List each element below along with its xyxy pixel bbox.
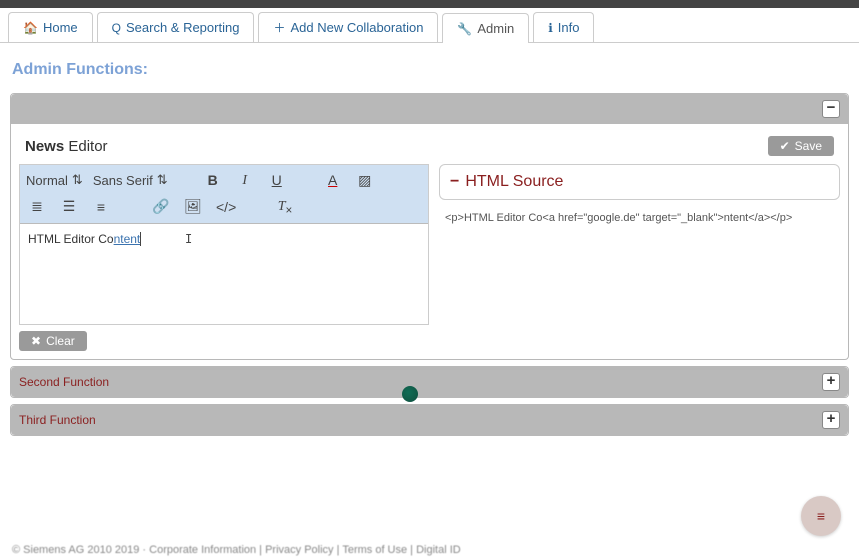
- search-icon: Q: [112, 21, 121, 35]
- clear-button[interactable]: ✖ Clear: [19, 331, 87, 351]
- tab-admin-label: Admin: [477, 21, 514, 36]
- top-dark-bar: [0, 0, 859, 8]
- hamburger-icon: ≡: [817, 508, 825, 524]
- ordered-list-button[interactable]: ≣: [26, 196, 48, 217]
- save-label: Save: [795, 139, 822, 153]
- grammarly-icon[interactable]: [402, 386, 418, 402]
- remove-format-button[interactable]: T×: [274, 195, 296, 219]
- tab-search-label: Search & Reporting: [126, 20, 239, 35]
- code-block-button[interactable]: </>: [214, 197, 236, 217]
- news-editor-panel: − News Editor ✔ Save: [10, 93, 849, 360]
- tab-home[interactable]: 🏠 Home: [8, 12, 93, 42]
- html-source-title: HTML Source: [465, 173, 563, 191]
- text-cursor-icon: I: [185, 232, 192, 246]
- editor-text-link[interactable]: ntent: [114, 232, 141, 246]
- third-function-panel: Third Function +: [10, 404, 849, 436]
- fab-menu-button[interactable]: ≡: [801, 496, 841, 536]
- third-function-title: Third Function: [19, 413, 96, 427]
- caret-icon: ⇅: [72, 172, 83, 188]
- style-select[interactable]: Normal ⇅: [26, 172, 83, 188]
- minus-icon: −: [450, 173, 459, 191]
- text-caret: [140, 232, 141, 246]
- home-icon: 🏠: [23, 21, 38, 35]
- bold-button[interactable]: B: [202, 170, 224, 190]
- align-button[interactable]: ≡: [90, 197, 112, 217]
- plus-icon: ＋: [273, 19, 285, 36]
- expand-button[interactable]: +: [822, 373, 840, 391]
- image-button[interactable]: 🖼: [182, 196, 204, 217]
- tab-info[interactable]: ℹ Info: [533, 12, 594, 42]
- news-editor-title: News Editor: [25, 138, 108, 155]
- news-panel-head: −: [11, 94, 848, 124]
- html-source-code: <p>HTML Editor Co<a href="google.de" tar…: [439, 200, 840, 236]
- second-function-panel: Second Function +: [10, 366, 849, 398]
- editor-toolbar: Normal ⇅ Sans Serif ⇅ B I U: [20, 165, 428, 224]
- italic-button[interactable]: I: [234, 169, 256, 191]
- news-label-rest: Editor: [64, 138, 107, 155]
- nav-tabs: 🏠 Home Q Search & Reporting ＋ Add New Co…: [0, 8, 859, 43]
- text-color-button[interactable]: A: [322, 170, 344, 190]
- caret-icon: ⇅: [157, 172, 168, 188]
- check-icon: ✔: [780, 139, 790, 153]
- page-title: Admin Functions:: [12, 61, 849, 79]
- save-button[interactable]: ✔ Save: [768, 136, 834, 156]
- footer-text: © Siemens AG 2010 2019 · Corporate Infor…: [12, 544, 461, 556]
- collapse-button[interactable]: −: [822, 100, 840, 118]
- tab-search[interactable]: Q Search & Reporting: [97, 12, 255, 42]
- underline-button[interactable]: U: [266, 170, 288, 190]
- expand-button[interactable]: +: [822, 411, 840, 429]
- tab-add-label: Add New Collaboration: [290, 20, 423, 35]
- html-source-header[interactable]: − HTML Source: [439, 164, 840, 200]
- wrench-icon: 🔧: [457, 22, 472, 36]
- font-select-label: Sans Serif: [93, 173, 153, 188]
- editor-content-area[interactable]: HTML Editor Content I: [20, 224, 428, 324]
- link-button[interactable]: 🔗: [150, 196, 172, 217]
- tab-info-label: Info: [558, 20, 580, 35]
- second-function-title: Second Function: [19, 375, 109, 389]
- third-function-head[interactable]: Third Function +: [11, 405, 848, 435]
- second-function-head[interactable]: Second Function +: [11, 367, 848, 397]
- tab-admin[interactable]: 🔧 Admin: [442, 13, 529, 43]
- rich-text-editor: Normal ⇅ Sans Serif ⇅ B I U: [19, 164, 429, 325]
- clear-format-button[interactable]: ▨: [354, 170, 376, 191]
- unordered-list-button[interactable]: ☰: [58, 196, 80, 217]
- style-select-label: Normal: [26, 173, 68, 188]
- editor-text-plain: HTML Editor Co: [28, 232, 114, 246]
- x-icon: ✖: [31, 334, 41, 348]
- news-label-bold: News: [25, 138, 64, 155]
- info-icon: ℹ: [548, 21, 553, 35]
- tab-home-label: Home: [43, 20, 78, 35]
- clear-label: Clear: [46, 334, 75, 348]
- font-select[interactable]: Sans Serif ⇅: [93, 172, 168, 188]
- tab-add[interactable]: ＋ Add New Collaboration: [258, 12, 438, 42]
